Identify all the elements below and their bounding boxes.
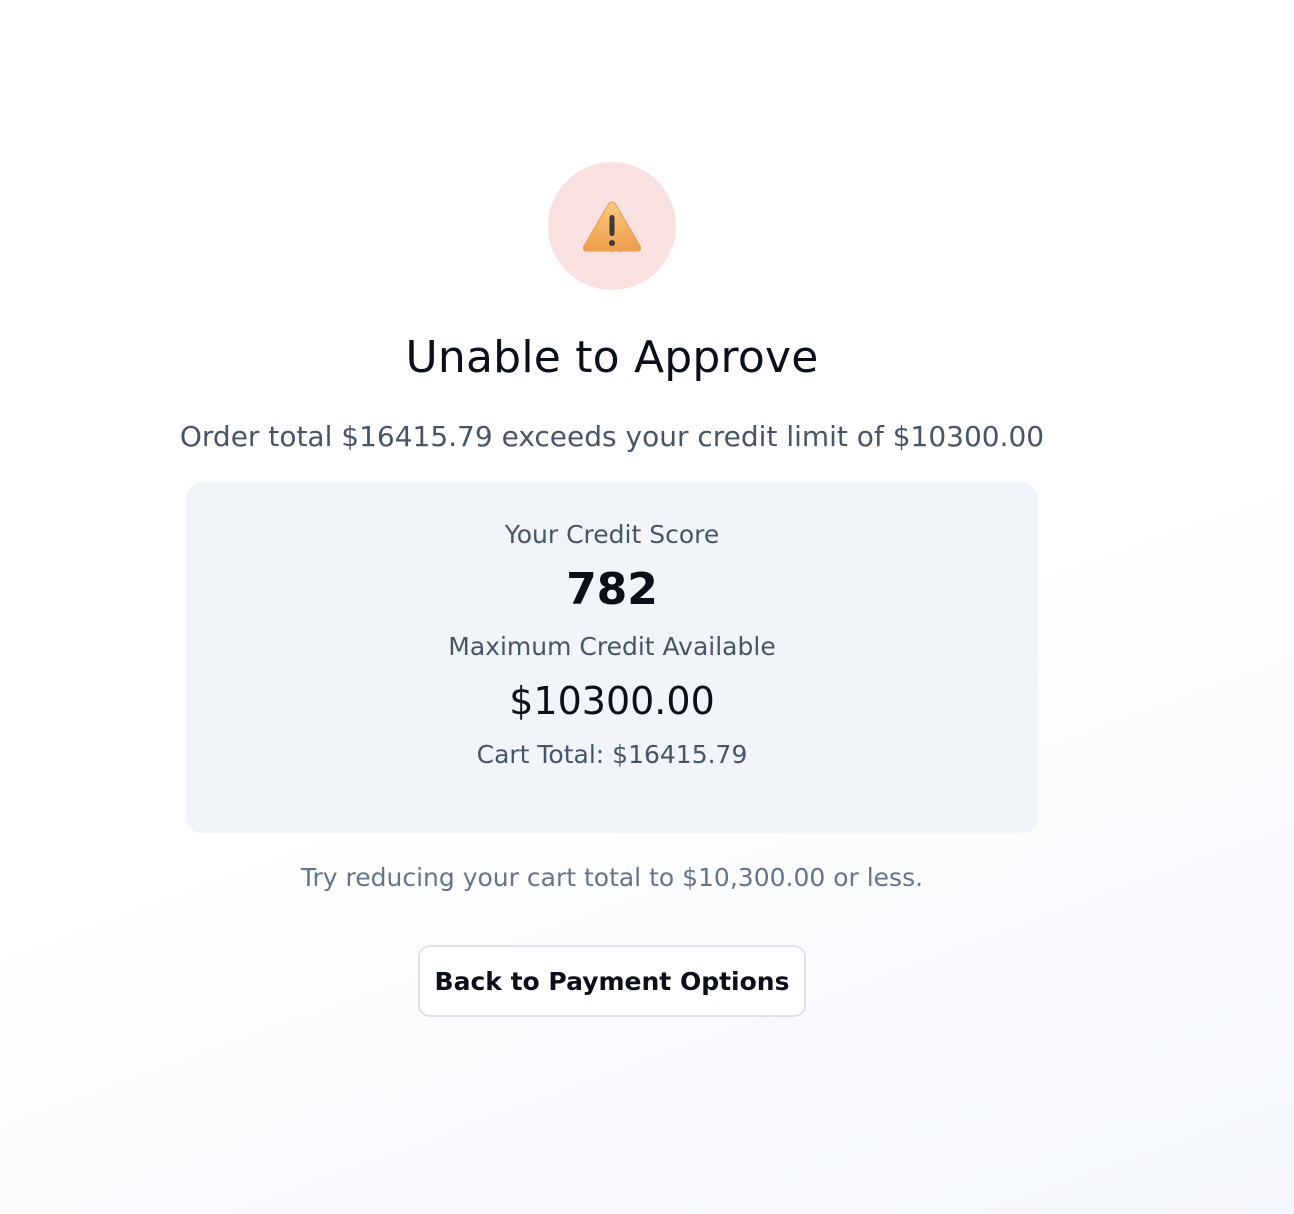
cart-total: Cart Total: $16415.79: [476, 740, 748, 769]
warning-badge: [548, 162, 676, 290]
warning-icon: [582, 201, 642, 252]
max-credit-label: Maximum Credit Available: [448, 632, 776, 661]
error-message: Order total $16415.79 exceeds your credi…: [179, 420, 1045, 453]
approval-result: Unable to Approve Order total $16415.79 …: [180, 162, 1044, 1017]
credit-score-label: Your Credit Score: [504, 520, 720, 549]
back-to-payment-options-button[interactable]: Back to Payment Options: [418, 945, 806, 1017]
credit-score-value: 782: [566, 564, 658, 615]
credit-summary-card: Your Credit Score 782 Maximum Credit Ava…: [186, 482, 1038, 833]
hint-text: Try reducing your cart total to $10,300.…: [300, 863, 924, 892]
max-credit-value: $10300.00: [509, 679, 715, 723]
page-title: Unable to Approve: [405, 332, 819, 383]
